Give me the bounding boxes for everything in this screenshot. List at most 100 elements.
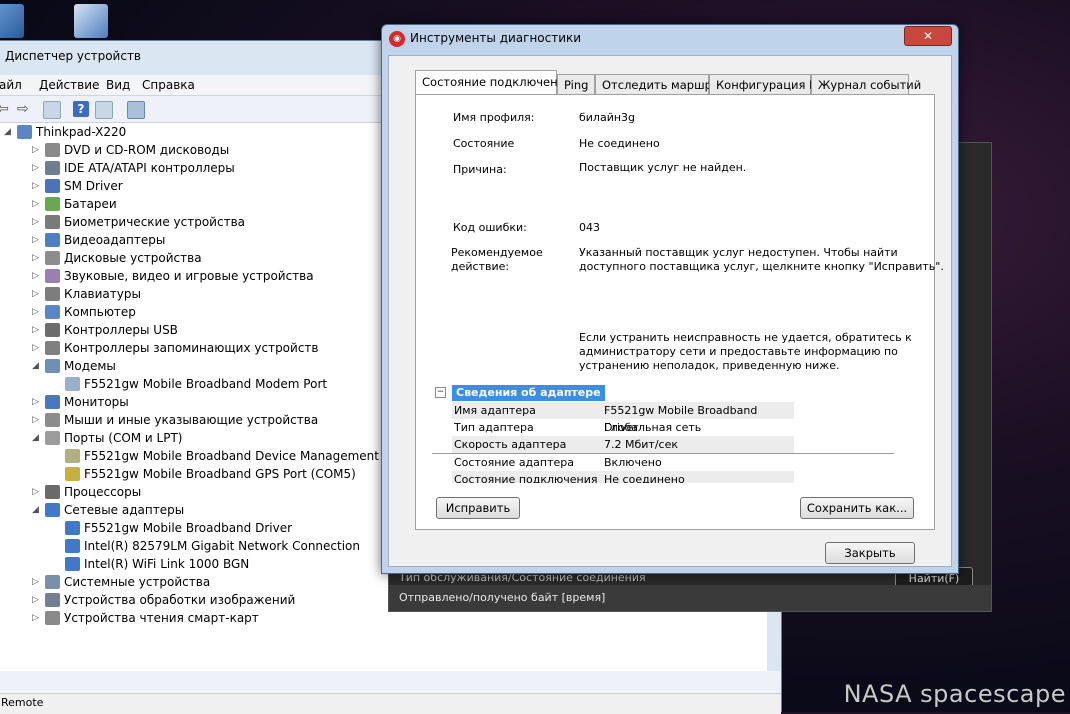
- expand-icon[interactable]: ▷: [32, 591, 42, 609]
- recommended-value-line1: Указанный поставщик услуг недоступен. Чт…: [579, 246, 898, 259]
- menu-file[interactable]: айл: [0, 78, 22, 92]
- help-icon[interactable]: ?: [73, 101, 89, 117]
- expand-icon[interactable]: ▷: [32, 609, 42, 627]
- tree-item[interactable]: ◢ Сетевые адаптеры: [32, 501, 184, 519]
- tree-item-label: Дисковые устройства: [64, 251, 202, 265]
- tree-item[interactable]: ▷ Процессоры: [32, 483, 141, 501]
- tree-item-label: Thinkpad-X220: [36, 125, 127, 139]
- dvd-icon: [45, 143, 60, 157]
- network-adapter-icon: [65, 521, 80, 535]
- expand-icon[interactable]: ▷: [32, 249, 42, 267]
- expand-icon[interactable]: ▷: [32, 411, 42, 429]
- show-hide-icon[interactable]: [95, 101, 113, 119]
- tree-item[interactable]: ▷ DVD и CD-ROM дисководы: [32, 141, 229, 159]
- tree-item[interactable]: ▷ Дисковые устройства: [32, 249, 202, 267]
- status-text: Remote: [1, 696, 44, 709]
- port-icon: [65, 467, 80, 481]
- tree-item[interactable]: ▷ Мыши и иные указывающие устройства: [32, 411, 318, 429]
- collapse-icon[interactable]: ◢: [32, 429, 42, 447]
- properties-icon[interactable]: [43, 101, 61, 119]
- display-adapter-icon: [45, 233, 60, 247]
- adapter-row: Имя адаптера F5521gw Mobile Broadband Dr…: [452, 402, 794, 434]
- tree-item[interactable]: Intel(R) WiFi Link 1000 BGN: [65, 555, 249, 573]
- tree-item[interactable]: F5521gw Mobile Broadband GPS Port (COM5): [65, 465, 356, 483]
- computer-icon: [17, 125, 32, 139]
- fix-button[interactable]: Исправить: [436, 497, 520, 519]
- processor-icon: [45, 485, 60, 499]
- forward-arrow-icon[interactable]: ⇨: [17, 101, 33, 117]
- adapter-details-grid: − Сведения об адаптере Имя адаптера F552…: [432, 385, 912, 483]
- expand-icon[interactable]: ▷: [32, 393, 42, 411]
- tree-item[interactable]: ◢ Порты (COM и LPT): [32, 429, 182, 447]
- tab-connection-state[interactable]: Состояние подключения: [415, 70, 572, 95]
- expand-icon[interactable]: ▷: [32, 339, 42, 357]
- scan-hardware-icon[interactable]: [127, 101, 145, 119]
- tree-item[interactable]: F5521gw Mobile Broadband Modem Port: [65, 375, 327, 393]
- tree-item[interactable]: F5521gw Mobile Broadband Device Manageme…: [65, 447, 428, 465]
- expand-icon[interactable]: ▷: [32, 321, 42, 339]
- tree-item-label: Устройства обработки изображений: [64, 593, 296, 607]
- collapse-icon[interactable]: ◢: [4, 123, 14, 141]
- back-arrow-icon[interactable]: ⇦: [0, 101, 13, 117]
- tree-item[interactable]: ▷ Устройства чтения смарт-карт: [32, 609, 259, 627]
- keyboard-icon: [45, 287, 60, 301]
- tree-item[interactable]: ▷ Мониторы: [32, 393, 129, 411]
- tree-item[interactable]: F5521gw Mobile Broadband Driver: [65, 519, 292, 537]
- expand-icon[interactable]: ▷: [32, 195, 42, 213]
- tab-traceroute[interactable]: Отследить маршрут: [595, 74, 725, 94]
- expand-icon[interactable]: ▷: [32, 159, 42, 177]
- diagnostics-window: ◉ Инструменты диагностики ✕ Состояние по…: [381, 24, 959, 574]
- imaging-icon: [45, 593, 60, 607]
- tree-item[interactable]: ▷ IDE ATA/ATAPI контроллеры: [32, 159, 235, 177]
- tree-item[interactable]: ▷ Звуковые, видео и игровые устройства: [32, 267, 314, 285]
- tree-item[interactable]: ▷ Клавиатуры: [32, 285, 141, 303]
- expand-icon[interactable]: ▷: [32, 573, 42, 591]
- expand-icon[interactable]: ▷: [32, 483, 42, 501]
- tree-item-label: F5521gw Mobile Broadband Driver: [84, 521, 293, 535]
- tree-item[interactable]: ▷ SM Driver: [32, 177, 123, 195]
- menu-action[interactable]: Действие: [39, 78, 99, 92]
- diagnostics-body: Состояние подключения Ping Отследить мар…: [388, 55, 952, 567]
- expand-icon[interactable]: ▷: [32, 303, 42, 321]
- tree-item[interactable]: Intel(R) 82579LM Gigabit Network Connect…: [65, 537, 360, 555]
- tree-item[interactable]: ▷ Компьютер: [32, 303, 136, 321]
- close-icon[interactable]: ✕: [904, 26, 952, 46]
- menu-help[interactable]: Справка: [142, 78, 195, 92]
- port-icon: [45, 431, 60, 445]
- error-code-value: 043: [579, 221, 600, 234]
- profile-label: Имя профиля:: [453, 111, 535, 124]
- expand-icon[interactable]: ▷: [32, 177, 42, 195]
- expand-icon[interactable]: ▷: [32, 213, 42, 231]
- collapse-icon[interactable]: −: [435, 387, 446, 398]
- tree-item[interactable]: ◢ Thinkpad-X220: [4, 123, 127, 141]
- tree-item[interactable]: ▷ Контроллеры запоминающих устройств: [32, 339, 318, 357]
- tree-item-label: SM Driver: [64, 179, 123, 193]
- expand-icon[interactable]: ▷: [32, 141, 42, 159]
- collapse-icon[interactable]: ◢: [32, 501, 42, 519]
- mouse-icon: [45, 413, 60, 427]
- tree-item[interactable]: ▷ Устройства обработки изображений: [32, 591, 296, 609]
- menu-view[interactable]: Вид: [106, 78, 130, 92]
- tree-item[interactable]: ▷ Батареи: [32, 195, 117, 213]
- expand-icon[interactable]: ▷: [32, 267, 42, 285]
- close-button[interactable]: Закрыть: [825, 542, 915, 564]
- app-logo-icon: ◉: [389, 31, 405, 47]
- tab-ip-config[interactable]: Конфигурация IP: [709, 74, 819, 94]
- adapter-row-value: 7.2 Мбит/сек: [604, 438, 678, 451]
- adapter-row: Состояние подключения Не соединено: [452, 471, 794, 483]
- desktop-shortcut-shield-icon[interactable]: [74, 4, 108, 38]
- tree-item-label: F5521gw Mobile Broadband Modem Port: [84, 377, 328, 391]
- expand-icon[interactable]: ▷: [32, 285, 42, 303]
- tab-event-log[interactable]: Журнал событий: [811, 74, 921, 94]
- expand-icon[interactable]: ▷: [32, 231, 42, 249]
- desktop-shortcut-icon[interactable]: [0, 4, 24, 38]
- collapse-icon[interactable]: ◢: [32, 357, 42, 375]
- tree-item-label: Контроллеры USB: [64, 323, 178, 337]
- tree-item[interactable]: ▷ Контроллеры USB: [32, 321, 178, 339]
- save-as-button[interactable]: Сохранить как...: [800, 497, 914, 519]
- tree-item[interactable]: ◢ Модемы: [32, 357, 116, 375]
- tree-item[interactable]: ▷ Видеоадаптеры: [32, 231, 165, 249]
- tree-item[interactable]: ▷ Системные устройства: [32, 573, 210, 591]
- tree-item[interactable]: ▷ Биометрические устройства: [32, 213, 245, 231]
- tab-ping[interactable]: Ping: [557, 74, 595, 94]
